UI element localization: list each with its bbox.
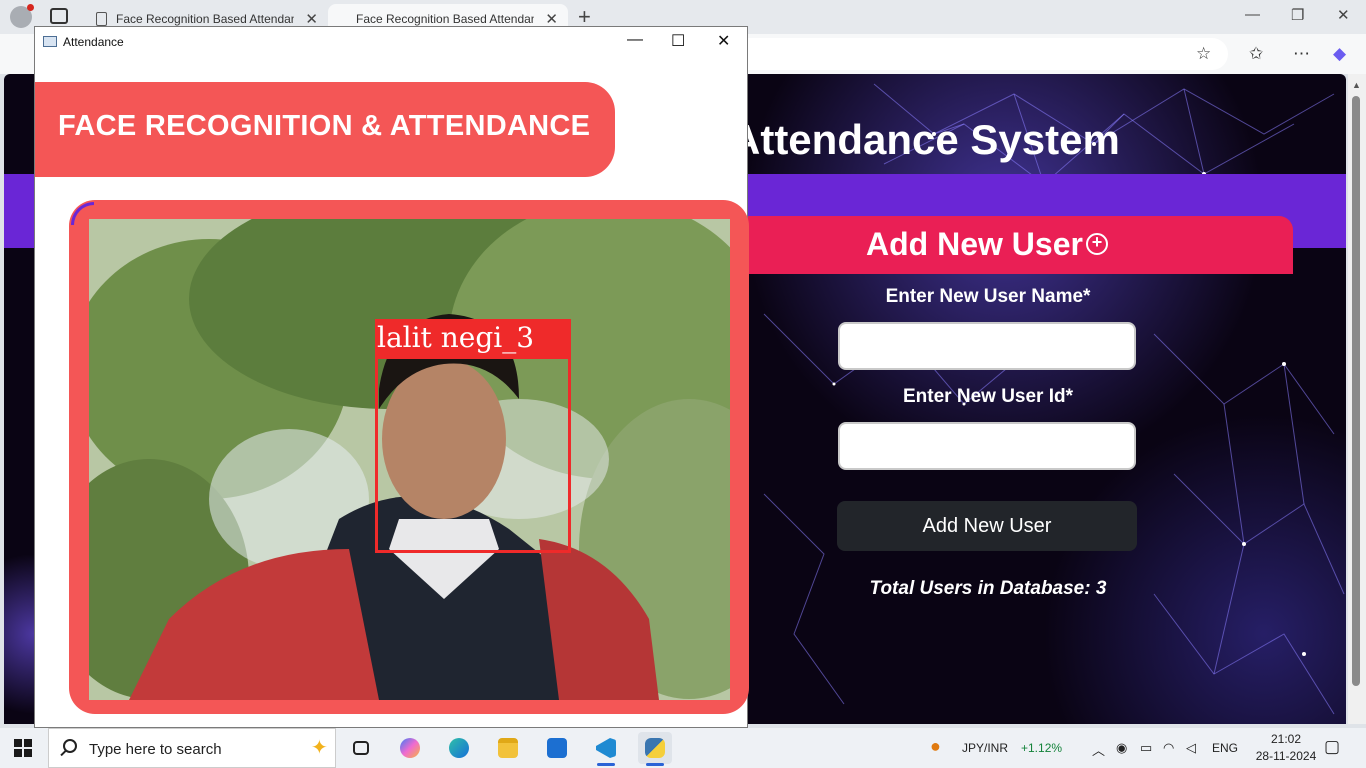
search-highlight-icon: ✦ <box>311 737 328 759</box>
tab-actions-icon[interactable] <box>50 8 68 24</box>
add-circle-icon: + <box>1086 233 1108 255</box>
attendance-header-title: FACE RECOGNITION & ATTENDANCE <box>58 110 591 142</box>
restore-icon[interactable]: ❐ <box>1291 6 1304 24</box>
ticker-symbol[interactable]: JPY/INR <box>962 741 1008 755</box>
search-icon <box>63 739 77 753</box>
windows-start-icon[interactable] <box>14 739 32 757</box>
taskbar-search[interactable]: Type here to search ✦ <box>48 728 336 768</box>
copilot-app-icon[interactable] <box>393 732 427 764</box>
user-id-input[interactable] <box>838 422 1136 470</box>
search-placeholder: Type here to search <box>89 741 222 758</box>
language-indicator[interactable]: ENG <box>1212 741 1238 755</box>
show-hidden-icons-chevron-icon[interactable]: ︿ <box>1092 740 1105 759</box>
maximize-icon[interactable]: ☐ <box>671 31 685 51</box>
mail-icon[interactable] <box>540 732 574 764</box>
attendance-window-title: Attendance <box>63 35 124 49</box>
profile-avatar-icon[interactable] <box>10 4 34 28</box>
webcam-icon[interactable]: ◉ <box>1116 740 1127 756</box>
face-detection-label: lalit negi_3 <box>375 319 571 359</box>
volume-icon[interactable]: ◁ <box>1186 740 1196 756</box>
taskbar: Type here to search ✦ ● JPY/INR +1.12% ︿… <box>0 728 1366 768</box>
url-field[interactable] <box>700 38 1228 70</box>
clock-date[interactable]: 28-11-2024 <box>1250 749 1322 763</box>
page-title: Attendance System <box>730 116 1120 163</box>
favorites-icon[interactable]: ✩ <box>1249 44 1263 64</box>
page-scrollbar[interactable]: ▲ <box>1348 74 1366 724</box>
attendance-window: Attendance — ☐ ✕ FACE RECOGNITION & ATTE… <box>34 26 749 728</box>
file-explorer-icon[interactable] <box>491 732 525 764</box>
scroll-up-icon[interactable]: ▲ <box>1352 80 1361 90</box>
more-menu-icon[interactable]: ⋯ <box>1293 44 1310 64</box>
close-icon[interactable]: ✕ <box>717 31 730 51</box>
copilot-icon[interactable]: ◆ <box>1333 44 1346 64</box>
close-window-icon[interactable]: ✕ <box>1337 6 1350 24</box>
add-new-user-button[interactable]: Add New User <box>837 501 1137 551</box>
app-window-icon <box>43 36 57 47</box>
wifi-icon[interactable]: ◠ <box>1163 740 1174 756</box>
scroll-thumb[interactable] <box>1352 96 1360 686</box>
tab-title: Face Recognition Based Attendan <box>116 12 294 26</box>
total-users-text: Total Users in Database: 3 <box>869 578 1107 599</box>
user-name-input[interactable] <box>838 322 1136 370</box>
vscode-icon[interactable] <box>589 732 623 766</box>
minimize-icon[interactable]: — <box>1245 6 1260 23</box>
edge-icon[interactable] <box>442 732 476 764</box>
notifications-icon[interactable]: ▢ <box>1324 737 1340 757</box>
minimize-icon[interactable]: — <box>627 31 643 49</box>
python-icon[interactable] <box>638 732 672 766</box>
favorite-star-icon[interactable]: ☆ <box>1196 44 1211 64</box>
add-user-heading: Add New User <box>866 226 1083 262</box>
page-icon <box>96 12 107 26</box>
attendance-titlebar[interactable]: Attendance — ☐ ✕ <box>35 27 747 57</box>
ticker-change[interactable]: +1.12% <box>1021 741 1062 755</box>
stock-ticker-icon: ● <box>930 736 941 756</box>
battery-icon[interactable]: ▭ <box>1140 740 1152 756</box>
task-view-icon[interactable] <box>344 732 378 764</box>
clock-time[interactable]: 21:02 <box>1264 732 1308 746</box>
user-name-label: Enter New User Name* <box>885 286 1091 307</box>
tab-title: Face Recognition Based Attendan <box>356 12 534 26</box>
user-id-label: Enter New User Id* <box>903 386 1073 407</box>
